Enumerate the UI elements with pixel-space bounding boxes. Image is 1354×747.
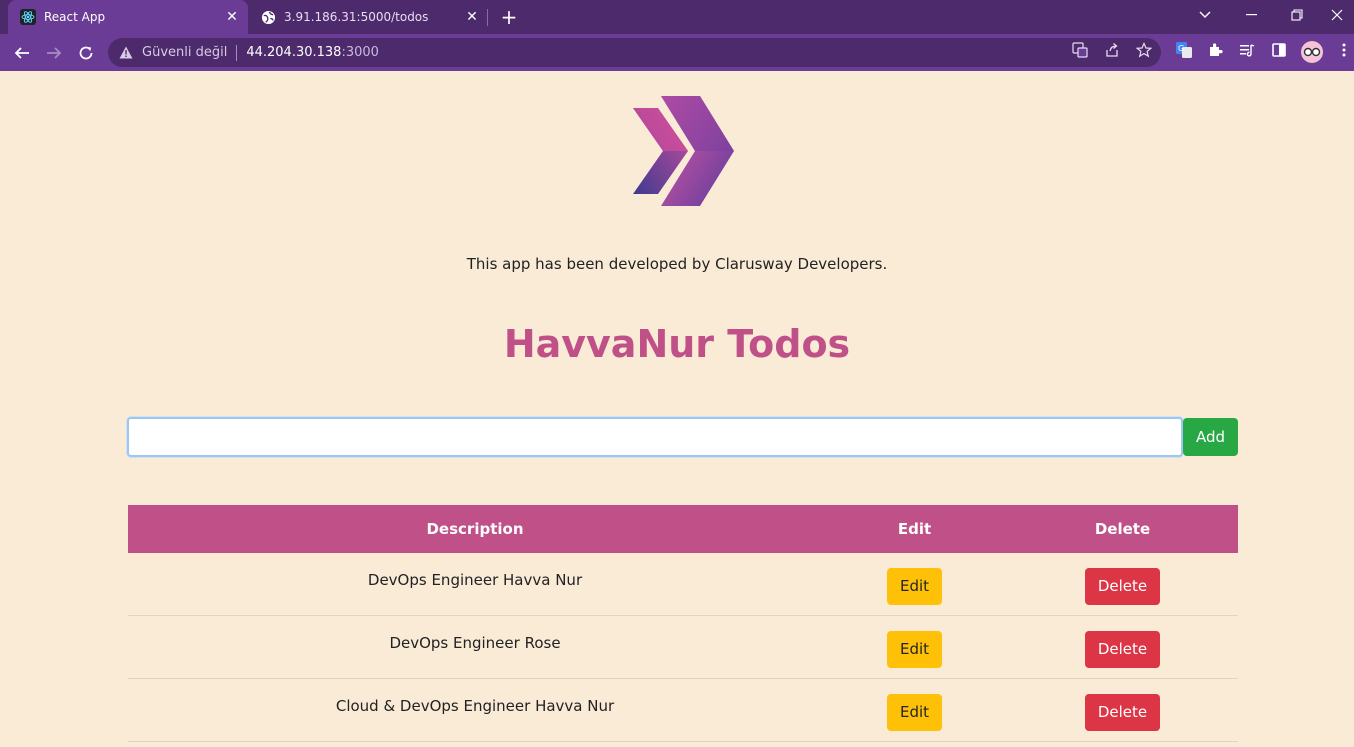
browser-toolbar: Güvenli değil 44.204.30.138:3000 xyxy=(0,34,1354,71)
profile-avatar-icon[interactable] xyxy=(1301,41,1323,63)
delete-button[interactable]: Delete xyxy=(1084,567,1161,605)
bookmark-star-icon[interactable] xyxy=(1135,41,1153,59)
tab-search-chevron-icon[interactable] xyxy=(1182,0,1228,30)
translate-icon[interactable] xyxy=(1071,41,1089,59)
todo-input[interactable] xyxy=(127,417,1183,457)
address-bar[interactable]: Güvenli değil 44.204.30.138:3000 xyxy=(108,38,1161,67)
security-label[interactable]: Güvenli değil xyxy=(142,45,227,60)
side-panel-icon[interactable] xyxy=(1269,40,1289,60)
forward-arrow-icon[interactable] xyxy=(41,40,67,66)
edit-button[interactable]: Edit xyxy=(886,567,943,605)
todo-description: DevOps Engineer Rose xyxy=(389,634,561,652)
url-port: :3000 xyxy=(341,45,379,60)
table-header: Description Edit Delete xyxy=(128,505,1238,553)
restore-icon[interactable] xyxy=(1274,0,1320,30)
close-window-icon[interactable] xyxy=(1320,0,1354,30)
close-icon[interactable]: ✕ xyxy=(222,7,242,27)
developer-credit: This app has been developed by Clarusway… xyxy=(466,255,888,273)
url-host: 44.204.30.138 xyxy=(246,45,342,60)
todo-description: Cloud & DevOps Engineer Havva Nur xyxy=(335,697,615,715)
table-row: DevOps Engineer Havva Nur Edit Delete xyxy=(128,553,1238,616)
todo-description: DevOps Engineer Havva Nur xyxy=(367,571,583,589)
share-icon[interactable] xyxy=(1103,41,1121,59)
google-translate-extension-icon[interactable]: G xyxy=(1174,40,1194,60)
kebab-menu-icon[interactable] xyxy=(1334,40,1354,60)
todos-table: Description Edit Delete DevOps Engineer … xyxy=(128,505,1238,742)
header-edit: Edit xyxy=(897,520,932,538)
header-description: Description xyxy=(426,520,524,538)
tab-strip: React App ✕ 3.91.186.31:5000/todos ✕ + xyxy=(0,0,1354,34)
delete-button[interactable]: Delete xyxy=(1084,630,1161,668)
add-button[interactable]: Add xyxy=(1183,418,1238,456)
react-icon xyxy=(20,9,36,25)
minimize-icon[interactable] xyxy=(1228,0,1274,30)
tab-todos-api[interactable]: 3.91.186.31:5000/todos ✕ xyxy=(248,0,488,34)
address-divider xyxy=(236,44,238,61)
header-delete: Delete xyxy=(1094,520,1151,538)
tab-title: React App xyxy=(44,10,106,24)
warning-icon[interactable] xyxy=(118,46,134,59)
delete-button[interactable]: Delete xyxy=(1084,693,1161,731)
new-tab-plus-icon[interactable]: + xyxy=(498,6,520,28)
tab-react-app[interactable]: React App ✕ xyxy=(8,0,248,34)
edit-button[interactable]: Edit xyxy=(886,630,943,668)
back-arrow-icon[interactable] xyxy=(9,40,35,66)
table-row: DevOps Engineer Rose Edit Delete xyxy=(128,616,1238,679)
tab-title: 3.91.186.31:5000/todos xyxy=(284,10,429,24)
edit-button[interactable]: Edit xyxy=(886,693,943,731)
globe-icon xyxy=(260,9,276,25)
reload-icon[interactable] xyxy=(73,40,99,66)
media-queue-icon[interactable] xyxy=(1237,40,1257,60)
extensions-puzzle-icon[interactable] xyxy=(1206,40,1226,60)
table-row: Cloud & DevOps Engineer Havva Nur Edit D… xyxy=(128,679,1238,742)
close-icon[interactable]: ✕ xyxy=(462,7,482,27)
svg-text:G: G xyxy=(1178,44,1184,53)
page-title: HavvaNur Todos xyxy=(503,322,851,366)
tab-separator xyxy=(487,9,488,26)
clarusway-logo xyxy=(630,94,736,208)
